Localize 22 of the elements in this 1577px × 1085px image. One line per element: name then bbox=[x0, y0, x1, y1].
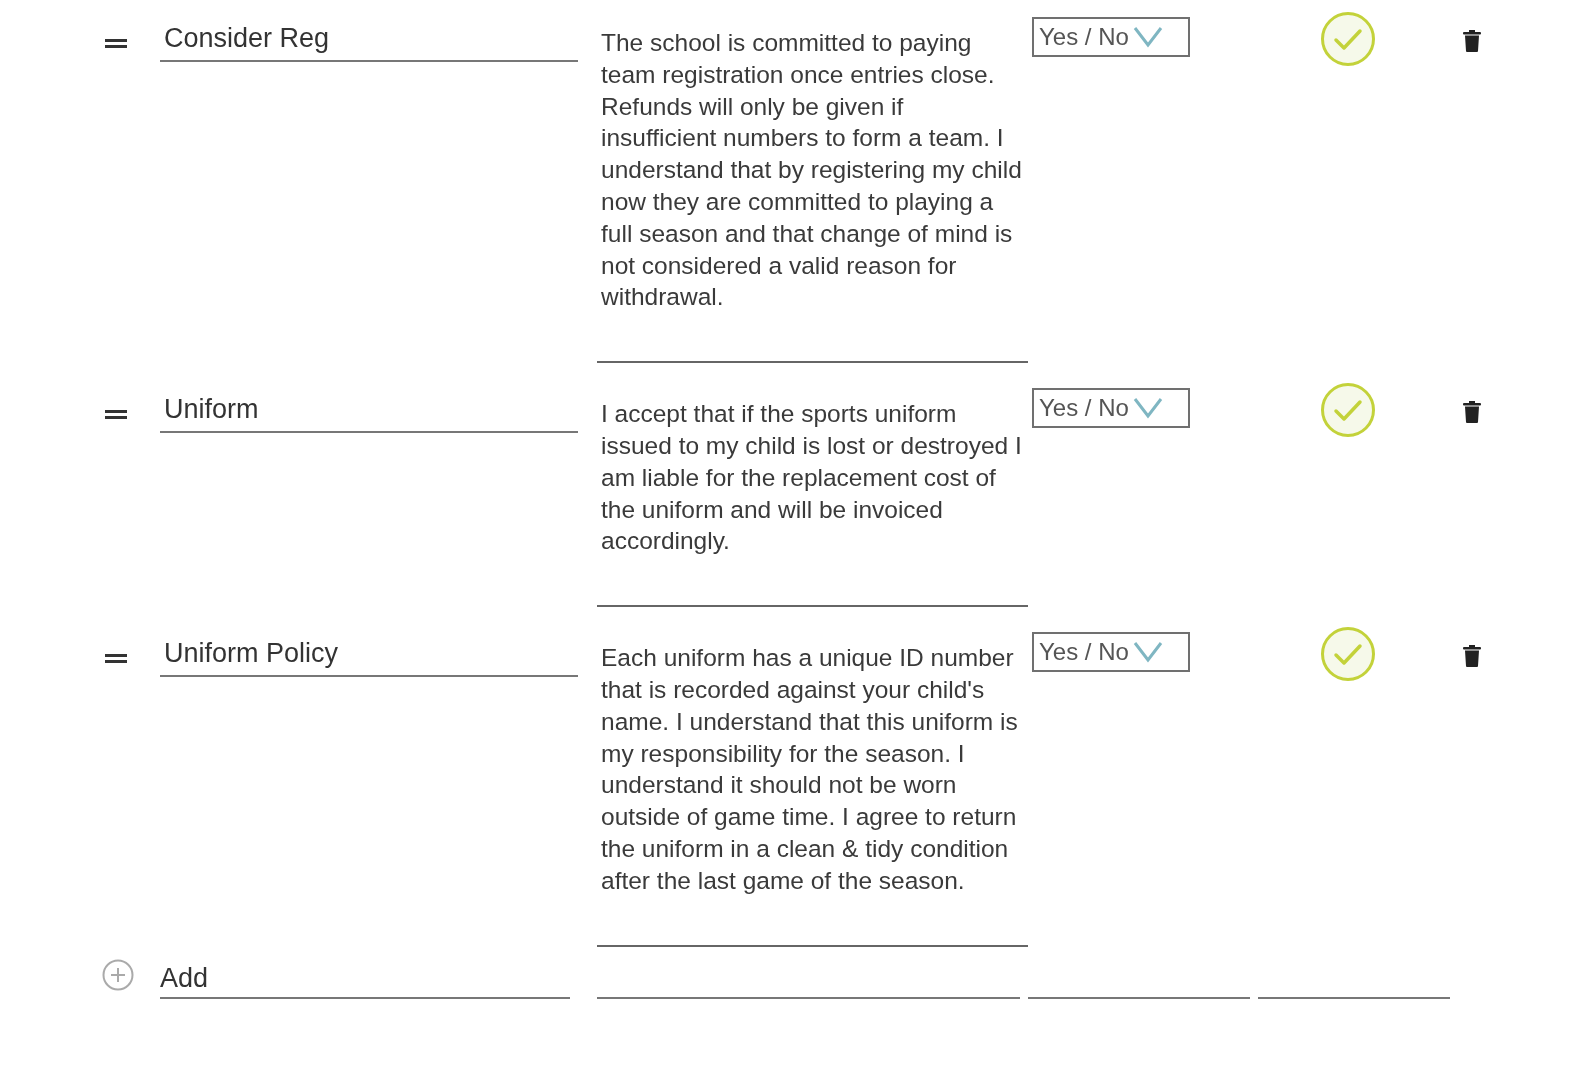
name-field[interactable]: Uniform Policy bbox=[160, 632, 578, 678]
description-field[interactable]: I accept that if the sports uniform issued to my child is lost or destroyed I am liable for the replacement cost of the uniform and will be invoiced accordingly. bbox=[597, 388, 1028, 608]
name-field[interactable]: Uniform bbox=[160, 388, 578, 434]
checked-circle-icon[interactable] bbox=[1320, 626, 1376, 683]
drag-handle-icon[interactable] bbox=[105, 39, 127, 48]
drag-handle-icon[interactable] bbox=[105, 410, 127, 420]
trash-icon[interactable] bbox=[1463, 645, 1481, 668]
chevron-icon bbox=[1132, 397, 1163, 420]
answer-type-select[interactable]: Yes / No bbox=[1032, 17, 1190, 57]
checked-circle-icon[interactable] bbox=[1320, 11, 1376, 67]
name-field[interactable]: Consider Reg bbox=[160, 17, 578, 62]
description-field[interactable]: Each uniform has a unique ID number that is recorded against your child's name. I understand that this uniform is my responsibility for the season. I understand it should not be worn outside of game time. I agree to return the uniform in a clean & tidy condition after the last game of the season. bbox=[597, 632, 1028, 947]
answer-type-select[interactable]: Yes / No bbox=[1032, 632, 1190, 673]
add-button[interactable]: Add bbox=[160, 958, 570, 999]
drag-handle-icon[interactable] bbox=[105, 654, 127, 664]
trash-icon[interactable] bbox=[1463, 30, 1481, 52]
trash-icon[interactable] bbox=[1463, 401, 1481, 424]
description-field[interactable]: The school is committed to paying team registration once entries close. Refunds will only be given if insufficient numbers to form a team. I understand that by registering my child now they are committed to playing a full season and that change of mind is not considered a valid reason for withdrawal. bbox=[597, 17, 1028, 364]
chevron-icon bbox=[1132, 641, 1163, 664]
checked-circle-icon[interactable] bbox=[1320, 382, 1376, 439]
answer-type-select[interactable]: Yes / No bbox=[1032, 388, 1190, 429]
chevron-icon bbox=[1132, 26, 1163, 48]
